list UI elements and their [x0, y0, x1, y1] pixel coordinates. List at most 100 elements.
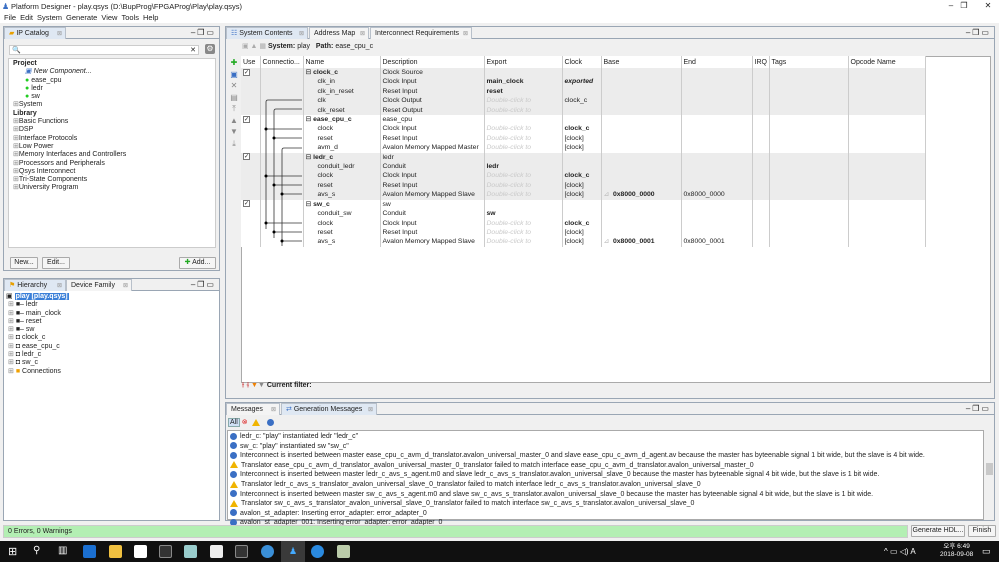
menu-help[interactable]: Help [143, 12, 158, 23]
base-cell[interactable]: ⊿ 0x8000_0000 [601, 190, 682, 200]
panel-controls[interactable]: –❐▭ [191, 280, 216, 289]
hierarchy-item[interactable]: ⊞ ◘ ease_cpu_c [6, 343, 219, 351]
hierarchy-item[interactable]: ⊞ ◘ clock_c [6, 334, 219, 342]
clock-cell[interactable] [562, 86, 602, 97]
interface-row[interactable]: reset Reset Input Double-click to [clock] [241, 133, 926, 144]
clock-cell[interactable]: clock_c [562, 218, 602, 228]
tags-cell[interactable] [769, 143, 849, 153]
tags-cell[interactable] [769, 77, 849, 87]
clock-cell[interactable]: [clock] [562, 190, 602, 200]
module-row[interactable]: ✓ ⊟ ledr_c ledr [241, 152, 926, 163]
tags-cell[interactable] [769, 171, 849, 181]
menu-edit[interactable]: Edit [20, 12, 33, 23]
opcode-cell[interactable] [848, 237, 926, 247]
project-item[interactable]: ● ledr [13, 85, 215, 93]
settings-gear-icon[interactable]: ⚙ [205, 44, 215, 54]
opcode-cell[interactable] [848, 162, 926, 172]
clock-cell[interactable]: clock_c [562, 171, 602, 181]
filter-warnings-icon[interactable] [251, 418, 260, 426]
file-explorer-icon[interactable] [109, 545, 122, 558]
export-cell[interactable]: Double-click to [484, 237, 563, 247]
tab-interconnect-requirements[interactable]: Interconnect Requirements ⊠ [370, 27, 472, 39]
filter-info-icon[interactable] [266, 418, 274, 426]
export-cell[interactable]: ledr [484, 162, 563, 172]
expand-icon[interactable]: ⊞ [8, 343, 14, 350]
notepad-icon[interactable] [184, 545, 197, 558]
panel-controls[interactable]: –❐▭ [966, 404, 991, 413]
irq-cell[interactable] [752, 162, 770, 172]
ip-search-input[interactable]: 🔍 ✕ [9, 45, 199, 55]
tags-cell[interactable] [769, 124, 849, 134]
irq-cell[interactable] [752, 96, 770, 106]
mail-icon[interactable] [210, 545, 223, 558]
irq-cell[interactable] [752, 218, 770, 228]
project-item[interactable]: ▣ New Component... [13, 68, 215, 76]
message-line[interactable]: Translator sw_c_avs_s_translator_avalon_… [228, 499, 983, 509]
opcode-cell[interactable] [848, 124, 926, 134]
clock-cell[interactable]: [clock] [562, 180, 602, 191]
search-icon[interactable]: ⚲ [33, 545, 40, 556]
interface-row[interactable]: clk_reset Reset Output Double-click to [241, 105, 926, 116]
filter-errors-icon[interactable]: ⊗ [242, 419, 248, 426]
expand-icon[interactable]: ⊞ [8, 326, 14, 333]
clear-search-icon[interactable]: ✕ [190, 46, 196, 54]
tags-cell[interactable] [769, 237, 849, 247]
restore-button[interactable]: ❐ [955, 1, 973, 11]
column-header[interactable]: Name [303, 56, 381, 68]
clock-cell[interactable]: clock_c [562, 96, 602, 106]
menu-view[interactable]: View [101, 12, 117, 23]
new-component-button[interactable]: New... [10, 257, 38, 269]
base-cell[interactable] [601, 180, 682, 191]
column-header[interactable]: Base [601, 56, 682, 68]
irq-cell[interactable] [752, 180, 770, 191]
tags-cell[interactable] [769, 180, 849, 191]
base-cell[interactable] [601, 162, 682, 172]
expand-icon[interactable]: ⊞ [8, 351, 14, 358]
export-cell[interactable]: Double-click to [484, 180, 563, 191]
tags-cell[interactable] [769, 227, 849, 238]
irq-cell[interactable] [752, 143, 770, 153]
notification-icon[interactable]: ▭ [982, 546, 991, 557]
column-header[interactable]: Tags [769, 56, 849, 68]
irq-cell[interactable] [752, 115, 770, 125]
start-icon[interactable]: ⊞ [8, 545, 17, 558]
opcode-cell[interactable] [848, 77, 926, 87]
message-line[interactable]: Translator ease_cpu_c_avm_d_translator_a… [228, 461, 983, 471]
edit-component-button[interactable]: Edit... [42, 257, 70, 269]
export-cell[interactable]: Double-click to [484, 124, 563, 134]
column-header[interactable]: Connectio... [260, 56, 304, 68]
expand-icon[interactable]: ⊞ [8, 310, 14, 317]
tab-device-family[interactable]: Device Family ⊠ [66, 279, 132, 291]
irq-cell[interactable] [752, 86, 770, 97]
tab-address-map[interactable]: Address Map ⊠ [309, 27, 369, 39]
tab-ip-catalog[interactable]: ▰ IP Catalog ⊠ [4, 27, 66, 39]
interface-row[interactable]: clock Clock Input Double-click to clock_c [241, 171, 926, 181]
move-bottom-icon[interactable]: ⤓ [229, 138, 239, 150]
tab-system-contents[interactable]: ☷ System Contents ⊠ [226, 27, 308, 39]
opcode-cell[interactable] [848, 86, 926, 97]
generate-hdl-button[interactable]: Generate HDL... [911, 525, 965, 537]
column-header[interactable]: End [681, 56, 753, 68]
expand-icon[interactable]: ⊞ [8, 359, 14, 366]
base-cell[interactable] [601, 143, 682, 153]
opcode-cell[interactable] [848, 227, 926, 238]
platform-designer-taskbar-icon[interactable]: ♟ [281, 541, 305, 562]
clock-cell[interactable]: [clock] [562, 133, 602, 144]
expand-icon[interactable]: ⊞ [8, 318, 14, 325]
finish-button[interactable]: Finish [968, 525, 996, 537]
use-checkbox[interactable]: ✓ [243, 68, 250, 76]
close-button[interactable]: ✕ [979, 1, 997, 11]
interface-row[interactable]: clk_in_reset Reset Input reset [241, 86, 926, 97]
irq-cell[interactable] [752, 209, 770, 219]
opcode-cell[interactable] [848, 152, 926, 163]
irq-cell[interactable] [752, 68, 770, 78]
remove-icon[interactable]: ✕ [229, 80, 239, 92]
tags-cell[interactable] [769, 199, 849, 210]
base-cell[interactable] [601, 77, 682, 87]
opcode-cell[interactable] [848, 105, 926, 116]
base-cell[interactable] [601, 133, 682, 144]
opcode-cell[interactable] [848, 96, 926, 106]
app-icon-blue[interactable] [261, 545, 274, 558]
tags-cell[interactable] [769, 68, 849, 78]
column-header[interactable]: Use [241, 56, 261, 68]
